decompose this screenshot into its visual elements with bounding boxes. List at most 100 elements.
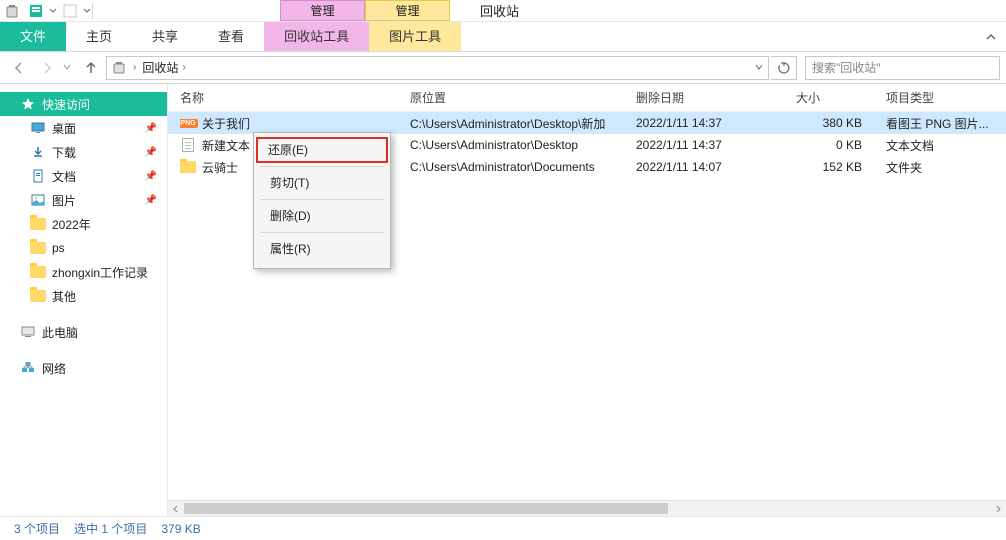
horizontal-scrollbar[interactable] [168, 500, 1006, 516]
sidebar-item-pictures[interactable]: 图片 📌 [0, 188, 167, 212]
search-input[interactable]: 搜索"回收站" [805, 56, 1000, 80]
file-type: 看图王 PNG 图片... [876, 115, 1006, 132]
file-size: 0 KB [796, 138, 876, 152]
file-name: 新建文本 [202, 137, 250, 154]
file-row[interactable]: PNG 关于我们 C:\Users\Administrator\Desktop\… [168, 112, 1006, 134]
sidebar-item-label: 其他 [52, 288, 76, 305]
qat-properties-icon[interactable] [24, 0, 48, 22]
nav-up-button[interactable] [78, 55, 104, 81]
file-type: 文本文档 [876, 137, 1006, 154]
sidebar: 快速访问 桌面 📌 下载 📌 文档 📌 图片 [0, 84, 168, 516]
desktop-icon [30, 120, 46, 136]
context-separator [260, 232, 384, 233]
breadcrumb-chevron-icon[interactable]: › [133, 62, 136, 73]
sidebar-item-label: 快速访问 [42, 96, 90, 113]
sidebar-item-desktop[interactable]: 桌面 📌 [0, 116, 167, 140]
folder-icon [30, 240, 46, 256]
scroll-thumb[interactable] [184, 503, 668, 514]
context-delete[interactable]: 删除(D) [258, 203, 386, 229]
column-type[interactable]: 项目类型 [876, 89, 1006, 106]
tab-home[interactable]: 主页 [66, 22, 132, 51]
pc-icon [20, 324, 36, 340]
context-properties[interactable]: 属性(R) [258, 236, 386, 262]
refresh-button[interactable] [771, 56, 797, 80]
star-icon [20, 96, 36, 112]
pin-icon: 📌 [145, 123, 157, 134]
file-size: 152 KB [796, 160, 876, 174]
column-date-deleted[interactable]: 删除日期 [636, 89, 796, 106]
folder-icon [30, 288, 46, 304]
qat-separator [92, 3, 100, 19]
tab-share[interactable]: 共享 [132, 22, 198, 51]
file-date-deleted: 2022/1/11 14:37 [636, 116, 796, 130]
context-separator [260, 199, 384, 200]
address-bar[interactable]: › 回收站 › [106, 56, 769, 80]
breadcrumb-location[interactable]: 回收站 [142, 59, 178, 76]
scroll-left-icon[interactable] [168, 501, 184, 516]
network-icon [20, 360, 36, 376]
sidebar-item-folder-2022[interactable]: 2022年 [0, 212, 167, 236]
pin-icon: 📌 [145, 195, 157, 206]
pin-icon: 📌 [145, 171, 157, 182]
qat-dropdown-2-icon[interactable] [82, 0, 92, 22]
file-original-location: C:\Users\Administrator\Desktop [410, 138, 636, 152]
tab-file[interactable]: 文件 [0, 22, 66, 51]
column-size[interactable]: 大小 [796, 89, 876, 106]
sidebar-item-folder-ps[interactable]: ps [0, 236, 167, 260]
sidebar-item-downloads[interactable]: 下载 📌 [0, 140, 167, 164]
scroll-track[interactable] [184, 501, 990, 516]
document-icon [30, 168, 46, 184]
file-type: 文件夹 [876, 159, 1006, 176]
folder-icon [30, 216, 46, 232]
sidebar-item-label: 下载 [52, 144, 76, 161]
sidebar-item-label: zhongxin工作记录 [52, 264, 148, 281]
column-name[interactable]: 名称 [180, 89, 410, 106]
text-file-icon [180, 137, 196, 153]
picture-icon [30, 192, 46, 208]
contextual-tab-manage-2[interactable]: 管理 [365, 0, 450, 21]
sidebar-item-quick-access[interactable]: 快速访问 [0, 92, 167, 116]
sidebar-item-this-pc[interactable]: 此电脑 [0, 320, 167, 344]
sidebar-item-documents[interactable]: 文档 📌 [0, 164, 167, 188]
sidebar-item-label: 网络 [42, 360, 66, 377]
context-separator [260, 166, 384, 167]
sidebar-item-label: 2022年 [52, 216, 91, 233]
nav-back-button[interactable] [6, 55, 32, 81]
png-file-icon: PNG [180, 115, 196, 131]
file-original-location: C:\Users\Administrator\Documents [410, 160, 636, 174]
context-restore[interactable]: 还原(E) [256, 137, 388, 163]
file-size: 380 KB [796, 116, 876, 130]
tab-picture-tools[interactable]: 图片工具 [369, 22, 461, 51]
folder-icon [30, 264, 46, 280]
file-original-location: C:\Users\Administrator\Desktop\新加 [410, 115, 636, 132]
file-date-deleted: 2022/1/11 14:07 [636, 160, 796, 174]
contextual-tab-manage-1[interactable]: 管理 [280, 0, 365, 21]
qat-dropdown-icon[interactable] [48, 0, 58, 22]
sidebar-item-folder-zhongxin[interactable]: zhongxin工作记录 [0, 260, 167, 284]
sidebar-item-folder-other[interactable]: 其他 [0, 284, 167, 308]
ribbon: 文件 主页 共享 查看 回收站工具 图片工具 [0, 22, 1006, 52]
status-bar: 3 个项目 选中 1 个项目 379 KB [0, 516, 1006, 540]
address-dropdown-icon[interactable] [754, 61, 764, 75]
qat-blank-icon[interactable] [58, 0, 82, 22]
column-headers: 名称 原位置 删除日期 大小 项目类型 [168, 84, 1006, 112]
tab-view[interactable]: 查看 [198, 22, 264, 51]
context-menu: 还原(E) 剪切(T) 删除(D) 属性(R) [253, 132, 391, 269]
window-title: 回收站 [480, 1, 519, 20]
column-original-location[interactable]: 原位置 [410, 89, 636, 106]
scroll-right-icon[interactable] [990, 501, 1006, 516]
file-date-deleted: 2022/1/11 14:37 [636, 138, 796, 152]
sidebar-item-label: ps [52, 241, 65, 255]
recycle-bin-icon[interactable] [0, 0, 24, 22]
tab-recycle-tools[interactable]: 回收站工具 [264, 22, 369, 51]
breadcrumb-chevron-icon[interactable]: › [182, 62, 185, 73]
ribbon-collapse-icon[interactable] [976, 22, 1006, 51]
status-item-count: 3 个项目 [14, 520, 60, 537]
sidebar-item-network[interactable]: 网络 [0, 356, 167, 380]
nav-history-dropdown[interactable] [62, 61, 76, 75]
nav-forward-button[interactable] [34, 55, 60, 81]
sidebar-item-label: 文档 [52, 168, 76, 185]
file-name: 云骑士 [202, 159, 238, 176]
context-cut[interactable]: 剪切(T) [258, 170, 386, 196]
navigation-bar: › 回收站 › 搜索"回收站" [0, 52, 1006, 84]
